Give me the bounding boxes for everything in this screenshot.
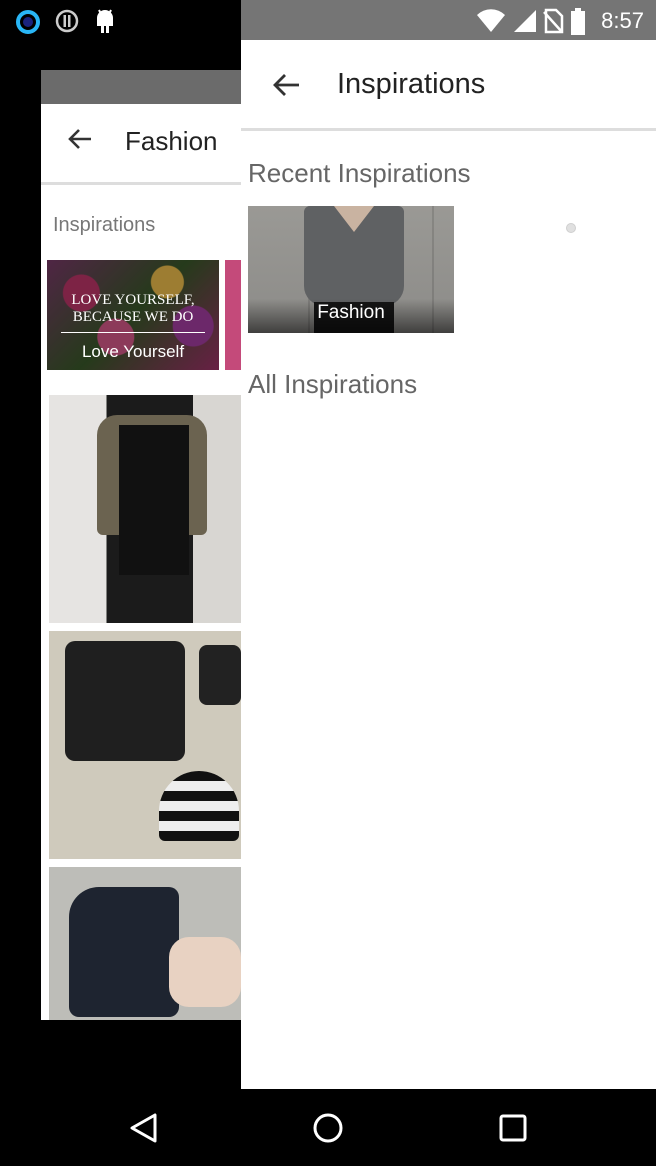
background-page-title: Fashion — [125, 126, 218, 156]
battery-icon — [570, 8, 586, 41]
back-icon[interactable] — [127, 1111, 161, 1145]
inspirations-panel: Inspirations Recent Inspirations Fashion… — [241, 40, 656, 1089]
recent-inspirations-heading: Recent Inspirations — [248, 158, 471, 188]
card-label: Love Yourself — [81, 342, 185, 361]
background-screen: Fashion Inspirations LOVE YOURSELF, BECA… — [41, 70, 241, 1020]
back-arrow-icon[interactable] — [65, 124, 95, 159]
info-circle-icon — [54, 8, 80, 39]
next-card-partial[interactable] — [225, 260, 241, 370]
background-status-bar — [41, 70, 241, 104]
card-image-text: LOVE YOURSELF, BECAUSE WE DO — [71, 292, 195, 325]
recents-icon[interactable] — [496, 1111, 530, 1145]
circle-ring-icon — [14, 8, 42, 41]
toolbar: Inspirations — [241, 40, 656, 131]
wifi-icon — [476, 8, 506, 39]
page-title: Inspirations — [337, 68, 486, 100]
navigation-bar — [0, 1089, 656, 1166]
status-bar-panel-segment — [241, 0, 656, 40]
love-yourself-card[interactable]: LOVE YOURSELF, BECAUSE WE DO Love Yourse… — [47, 260, 219, 370]
status-bar: 8:57 — [0, 0, 656, 40]
signal-icon — [512, 8, 538, 39]
outfit-photo[interactable] — [49, 395, 241, 623]
background-section-label: Inspirations — [53, 214, 156, 236]
outfit-photo[interactable] — [49, 631, 241, 859]
loading-dot — [566, 223, 576, 233]
background-toolbar: Fashion — [41, 104, 241, 185]
android-debug-icon — [92, 8, 118, 41]
outfit-photo[interactable] — [49, 867, 241, 1020]
tile-label: Fashion — [317, 302, 385, 323]
status-time: 8:57 — [601, 8, 644, 33]
back-arrow-icon[interactable] — [269, 68, 303, 102]
fashion-tile[interactable]: Fashion — [248, 206, 454, 333]
no-sim-icon — [542, 8, 564, 39]
all-inspirations-heading: All Inspirations — [248, 369, 418, 399]
card-divider — [61, 332, 205, 333]
home-icon[interactable] — [311, 1111, 345, 1145]
